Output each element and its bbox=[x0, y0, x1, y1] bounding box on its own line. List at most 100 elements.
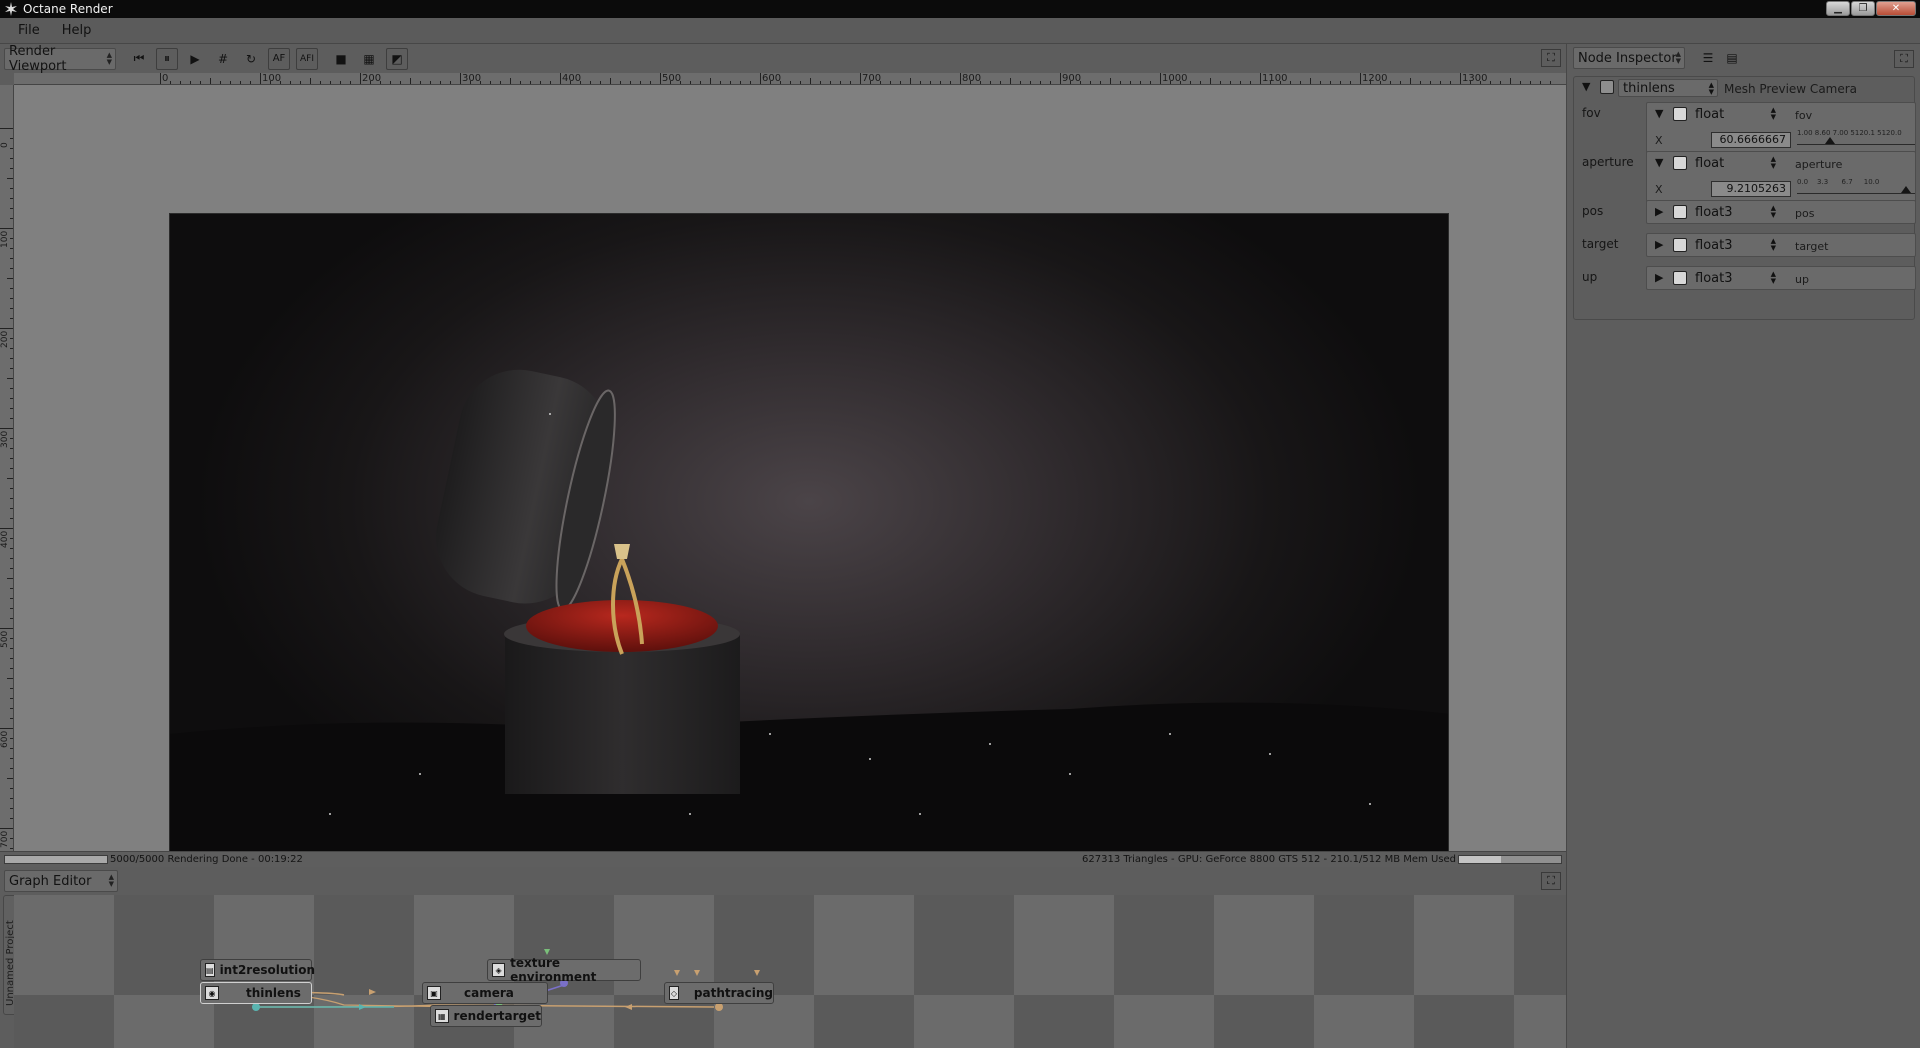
ruler-v-minor-tick bbox=[10, 298, 13, 299]
ruler-h-label: 400 bbox=[562, 73, 582, 84]
ruler-v-minor-tick bbox=[10, 418, 13, 419]
inspector-maximize-button[interactable]: ⛶ bbox=[1894, 50, 1914, 68]
ruler-v-minor-tick bbox=[7, 378, 13, 379]
pin-icon[interactable] bbox=[1673, 156, 1687, 170]
prop-fov-axis: X bbox=[1655, 134, 1663, 147]
aperture-value-field[interactable]: 9.2105263 bbox=[1711, 181, 1791, 197]
restore-button[interactable]: ❐ bbox=[1851, 1, 1875, 16]
expand-all-icon[interactable]: ▤ bbox=[1721, 47, 1743, 69]
collapse-triangle-icon[interactable]: ▼ bbox=[1655, 107, 1663, 120]
prop-pos-type: float3 bbox=[1695, 204, 1733, 220]
collapse-all-icon[interactable]: ☰ bbox=[1697, 47, 1719, 69]
ruler-h-minor-tick bbox=[530, 81, 531, 84]
fov-value-field[interactable]: 60.6666667 bbox=[1711, 132, 1791, 148]
collapse-triangle-icon[interactable]: ▼ bbox=[1655, 156, 1663, 169]
ruler-h-minor-tick bbox=[890, 81, 891, 84]
prop-up-type-select[interactable]: float3 ▲ ▼ bbox=[1691, 269, 1779, 287]
node-texture-environment[interactable]: ◈ texture environment bbox=[487, 956, 641, 984]
updown-arrows-icon: ▲ ▼ bbox=[1770, 270, 1776, 285]
collapse-triangle-icon[interactable]: ▼ bbox=[1582, 80, 1590, 93]
viewport-select[interactable]: Render Viewport ▲ ▼ bbox=[4, 44, 116, 74]
expand-triangle-icon[interactable]: ▶ bbox=[1655, 205, 1663, 218]
prop-fov-label: fov bbox=[1582, 106, 1601, 120]
ruler-h-minor-tick bbox=[1100, 81, 1101, 84]
play-button[interactable]: ▶ bbox=[184, 48, 206, 70]
fov-slider-thumb[interactable] bbox=[1825, 137, 1836, 144]
expand-triangle-icon[interactable]: ▶ bbox=[1655, 238, 1663, 251]
prop-pos-type-select[interactable]: float3 ▲ ▼ bbox=[1691, 203, 1779, 221]
ruler-h-minor-tick bbox=[380, 81, 381, 84]
checker-button[interactable]: ▦ bbox=[358, 48, 380, 70]
pause-button[interactable]: ⏸ bbox=[156, 47, 178, 70]
ruler-h-minor-tick bbox=[930, 81, 931, 84]
viewport-maximize-button[interactable]: ⛶ bbox=[1541, 49, 1561, 67]
ruler-v-minor-tick bbox=[10, 238, 13, 239]
node-type-select[interactable]: thinlens ▲ ▼ bbox=[1618, 79, 1718, 97]
ruler-h-minor-tick bbox=[1400, 81, 1401, 84]
ruler-h-minor-tick bbox=[1140, 81, 1141, 84]
pin-icon[interactable] bbox=[1673, 205, 1687, 219]
updown-arrows-icon: ▲ ▼ bbox=[1770, 237, 1776, 252]
minimize-button[interactable]: ▁ bbox=[1826, 1, 1850, 16]
node-name: Mesh Preview Camera bbox=[1724, 82, 1858, 96]
lens-pin-icon[interactable] bbox=[1600, 80, 1614, 94]
ruler-v-minor-tick bbox=[10, 668, 13, 669]
aperture-slider[interactable]: 0.0 3.3 6.7 10.0 bbox=[1797, 178, 1915, 194]
node-int2resolution[interactable]: ▤ int2resolution bbox=[200, 959, 315, 981]
inspector-title: Node Inspector bbox=[1578, 50, 1677, 66]
refresh-button[interactable]: ↻ bbox=[240, 48, 262, 70]
ruler-v-minor-tick bbox=[10, 398, 13, 399]
ruler-h-label: 600 bbox=[762, 73, 782, 84]
pin-icon[interactable] bbox=[1673, 238, 1687, 252]
autofocus-interactive-button[interactable]: AFI bbox=[296, 47, 318, 70]
prop-aperture-type-select[interactable]: float ▲ ▼ bbox=[1691, 154, 1779, 172]
graph-editor-select[interactable]: Graph Editor ▲ ▼ bbox=[4, 870, 118, 892]
ruler-h-minor-tick bbox=[1380, 81, 1381, 84]
node-rendertarget[interactable]: ▦ rendertarget bbox=[430, 1005, 542, 1027]
node-thinlens[interactable]: ◉ thinlens bbox=[200, 982, 312, 1004]
aperture-slider-thumb[interactable] bbox=[1900, 186, 1911, 193]
fov-slider[interactable]: 1.00 8.60 7.00 5120.1 5120.0 bbox=[1797, 129, 1915, 145]
rewind-button[interactable]: ⏮ bbox=[128, 48, 150, 70]
prop-target: ▶ float3 ▲ ▼ target bbox=[1646, 233, 1916, 257]
ruler-h-minor-tick bbox=[1200, 81, 1201, 84]
ruler-h-minor-tick bbox=[1540, 81, 1541, 84]
ruler-v-minor-tick bbox=[10, 368, 13, 369]
ruler-h-minor-tick bbox=[1280, 81, 1281, 84]
ruler-h-tick bbox=[560, 73, 561, 84]
pin-icon[interactable] bbox=[1673, 107, 1687, 121]
prop-up: ▶ float3 ▲ ▼ up bbox=[1646, 266, 1916, 290]
ruler-h-label: 1100 bbox=[1262, 73, 1288, 84]
alpha-button[interactable]: ◩ bbox=[386, 47, 408, 70]
autofocus-button[interactable]: AF bbox=[268, 47, 290, 70]
prop-fov-type-select[interactable]: float ▲ ▼ bbox=[1691, 105, 1779, 123]
camera-lens-node-icon: ◉ bbox=[205, 986, 219, 1000]
graph-maximize-button[interactable]: ⛶ bbox=[1541, 872, 1561, 890]
grid-button[interactable]: # bbox=[212, 48, 234, 70]
ruler-h-minor-tick bbox=[550, 81, 551, 84]
prop-target-type-select[interactable]: float3 ▲ ▼ bbox=[1691, 236, 1779, 254]
expand-triangle-icon[interactable]: ▶ bbox=[1655, 271, 1663, 284]
graph-canvas[interactable]: ▤ int2resolution ◉ thinlens ◈ texture en… bbox=[14, 895, 1566, 1048]
ruler-h-minor-tick bbox=[1230, 81, 1231, 84]
ruler-h-tick bbox=[360, 73, 361, 84]
prop-aperture-name: aperture bbox=[1795, 158, 1843, 171]
close-button[interactable]: ✕ bbox=[1876, 1, 1916, 16]
ruler-v-minor-tick bbox=[10, 138, 13, 139]
render-viewport[interactable] bbox=[14, 85, 1566, 854]
ruler-h-minor-tick bbox=[1450, 81, 1451, 84]
node-pathtracing-label: pathtracing bbox=[693, 986, 773, 1000]
ruler-v-minor-tick bbox=[10, 588, 13, 589]
pin-icon[interactable] bbox=[1673, 271, 1687, 285]
ruler-h-label: 900 bbox=[1062, 73, 1082, 84]
region-button[interactable]: ■ bbox=[330, 48, 352, 70]
ruler-h-minor-tick bbox=[1050, 81, 1051, 84]
prop-pos-label: pos bbox=[1582, 204, 1604, 218]
node-pathtracing[interactable]: ◇ pathtracing bbox=[664, 982, 774, 1004]
menu-help[interactable]: Help bbox=[58, 23, 96, 38]
ruler-h-minor-tick bbox=[1500, 81, 1501, 84]
inspector-select[interactable]: Node Inspector ▲ ▼ bbox=[1573, 47, 1685, 69]
menu-file[interactable]: File bbox=[14, 23, 44, 38]
render-image[interactable] bbox=[169, 213, 1449, 854]
node-camera[interactable]: ▣ camera bbox=[422, 982, 548, 1004]
